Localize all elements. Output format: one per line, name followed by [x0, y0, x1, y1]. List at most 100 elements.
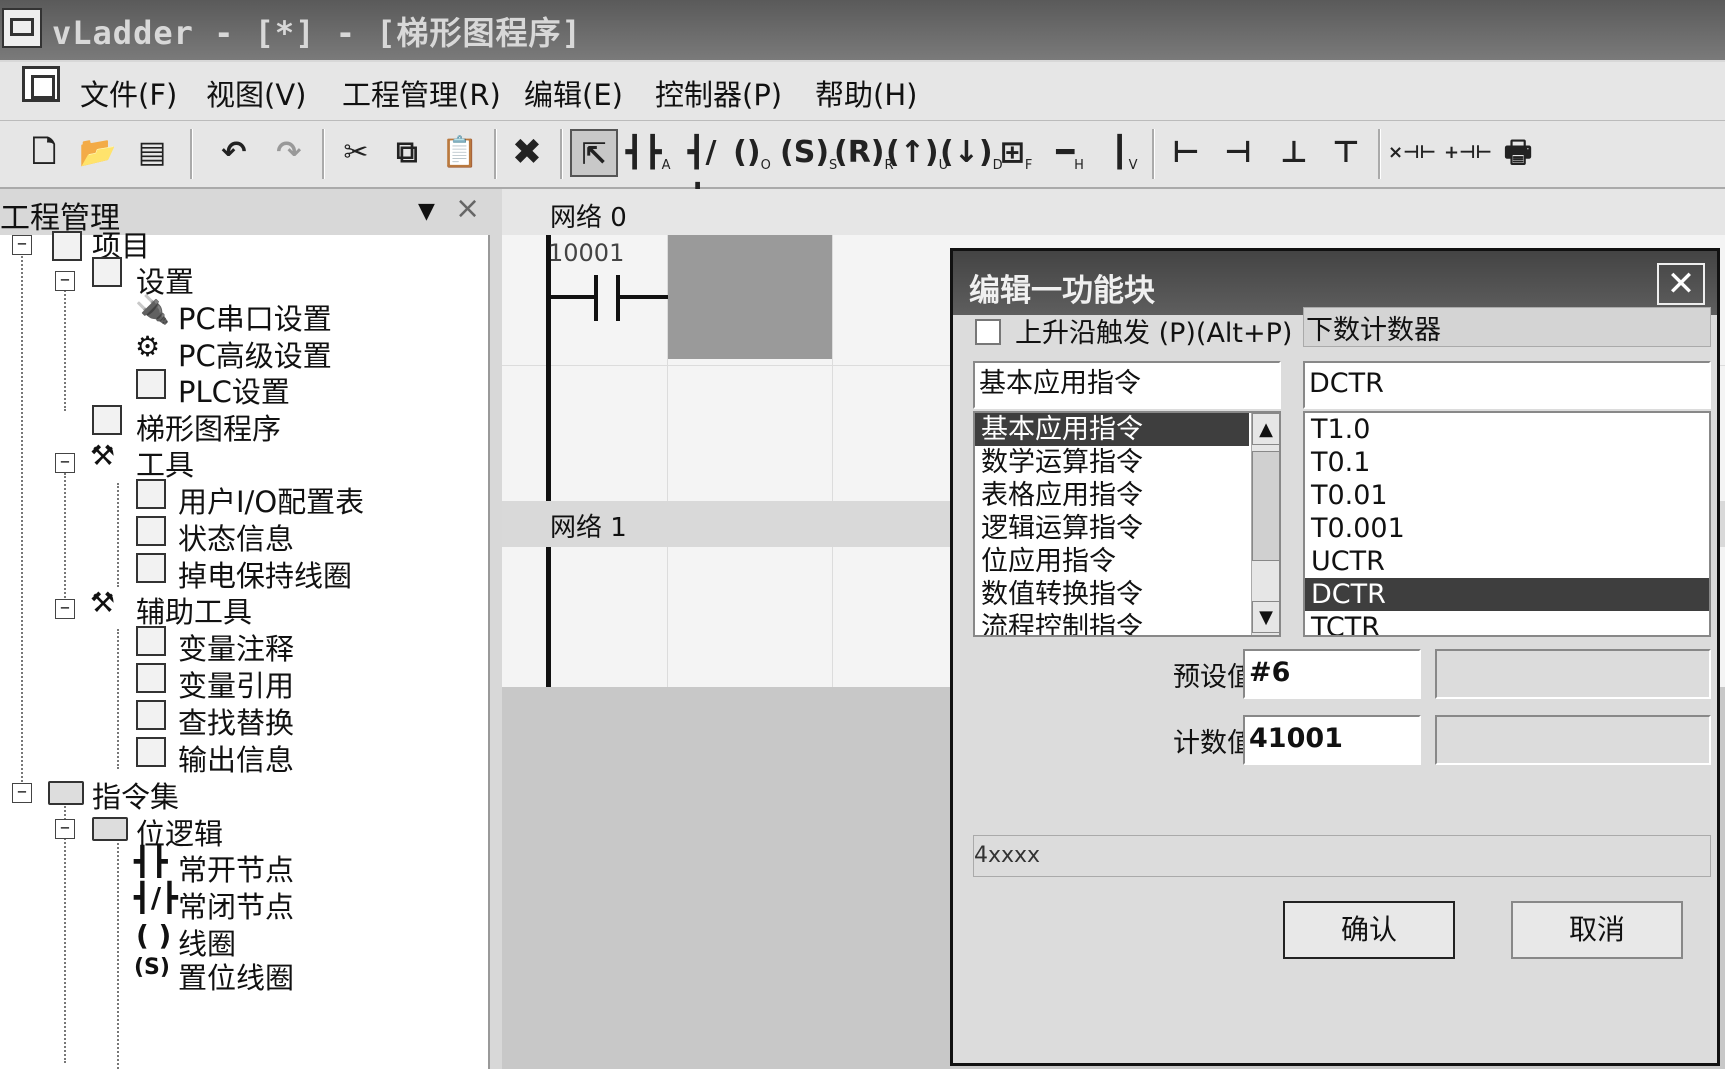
window-title: vLadder - [*] - [梯形图程序] [52, 14, 582, 52]
redo-icon[interactable]: ↷ [265, 129, 313, 177]
close-icon[interactable]: ✕ [1657, 263, 1705, 305]
horizontal-line-icon[interactable]: ━H [1046, 129, 1094, 177]
new-file-icon[interactable]: 🗋 [20, 129, 68, 177]
category-field[interactable]: 基本应用指令 [973, 361, 1281, 409]
category-list[interactable]: 基本应用指令 数学运算指令 表格应用指令 逻辑运算指令 位应用指令 数值转换指令… [973, 411, 1281, 637]
list-item[interactable]: UCTR [1305, 545, 1709, 578]
function-block-dialog: 编辑一功能块 ✕ 上升沿触发 (P)(Alt+P) 下数计数器 基本应用指令 D… [950, 248, 1720, 1066]
toolbar-separator [1152, 129, 1155, 179]
menu-file[interactable]: 文件(F) [80, 72, 177, 114]
rising-edge-checkbox[interactable] [975, 319, 1001, 345]
tree-item-var-comments[interactable]: 变量注释 [178, 626, 294, 668]
panel-dropdown-icon[interactable]: ▼ [418, 199, 435, 224]
list-item[interactable]: 数值转换指令 [975, 578, 1279, 611]
contact-nc-icon[interactable]: ┫/┣B [678, 129, 726, 221]
vertical-line-icon[interactable]: ┃V [1100, 129, 1148, 177]
list-item[interactable]: T0.01 [1305, 479, 1709, 512]
undo-icon[interactable]: ↶ [210, 129, 258, 177]
io-table-icon [136, 479, 166, 509]
expand-toggle[interactable]: − [12, 235, 32, 255]
contact-no-icon[interactable]: ┫┣A [624, 129, 672, 177]
project-icon [52, 231, 82, 261]
toolbar-separator [560, 129, 563, 179]
list-item[interactable]: 表格应用指令 [975, 479, 1279, 512]
delete-column-icon[interactable]: ⊤ [1322, 129, 1370, 177]
insert-row-icon[interactable]: ⊢ [1162, 129, 1210, 177]
expand-toggle[interactable]: − [55, 599, 75, 619]
tree-connector [117, 629, 119, 769]
count-input[interactable]: 41001 [1243, 715, 1421, 765]
advanced-settings-icon: ⚙ [135, 330, 161, 363]
list-item[interactable]: T0.001 [1305, 512, 1709, 545]
list-item[interactable]: 数学运算指令 [975, 446, 1279, 479]
scroll-down-icon[interactable]: ▼ [1252, 601, 1279, 633]
coil-icon[interactable]: ()O [728, 129, 776, 177]
expand-toggle[interactable]: − [55, 819, 75, 839]
list-item[interactable]: 逻辑运算指令 [975, 512, 1279, 545]
list-item[interactable]: 流程控制指令 [975, 611, 1279, 635]
function-block-icon[interactable]: ⊞F [992, 129, 1040, 177]
tree-item-var-refs[interactable]: 变量引用 [178, 663, 294, 705]
serial-port-icon: 🔌 [135, 293, 170, 326]
selected-cell[interactable] [668, 235, 832, 359]
menu-view[interactable]: 视图(V) [206, 72, 306, 114]
tree-item-set-coil[interactable]: 置位线圈 [178, 955, 294, 997]
tree-item-pc-serial[interactable]: PC串口设置 [178, 296, 332, 338]
tree-item-no-contact[interactable]: 常开节点 [178, 847, 294, 889]
tree-item-user-io[interactable]: 用户I/O配置表 [178, 479, 364, 521]
document-icon[interactable] [22, 66, 60, 102]
insert-column-icon[interactable]: ⊥ [1270, 129, 1318, 177]
delete-network-icon[interactable]: ×⊣⊢ [1388, 129, 1436, 177]
menu-project[interactable]: 工程管理(R) [342, 72, 501, 114]
list-item[interactable]: DCTR [1305, 578, 1709, 611]
expand-toggle[interactable]: − [55, 453, 75, 473]
save-all-icon[interactable]: ▤ [128, 129, 176, 177]
scroll-up-icon[interactable]: ▲ [1252, 413, 1279, 445]
scrollbar[interactable]: ▲ ▼ [1251, 413, 1279, 635]
insert-network-icon[interactable]: +⊣⊢ [1444, 129, 1492, 177]
expand-toggle[interactable]: − [55, 271, 75, 291]
list-item[interactable]: 位应用指令 [975, 545, 1279, 578]
rising-edge-label[interactable]: 上升沿触发 (P)(Alt+P) [1015, 311, 1292, 350]
reset-coil-icon[interactable]: (R)R [834, 129, 894, 177]
menu-help[interactable]: 帮助(H) [815, 72, 917, 114]
list-item[interactable]: TCTR [1305, 611, 1709, 635]
list-item[interactable]: T1.0 [1305, 413, 1709, 446]
tree-item-plc-settings[interactable]: PLC设置 [178, 369, 290, 411]
cancel-button[interactable]: 取消 [1511, 901, 1683, 959]
expand-toggle[interactable]: − [12, 783, 32, 803]
tree-item-aux-tools[interactable]: 辅助工具 [136, 589, 252, 631]
tree-item-instruction-set[interactable]: 指令集 [92, 774, 179, 816]
paste-icon[interactable]: 📋 [436, 129, 484, 177]
var-refs-icon [136, 663, 166, 693]
tree-item-nc-contact[interactable]: 常闭节点 [178, 884, 294, 926]
network-header[interactable]: 网络 0 [502, 189, 1725, 235]
menu-controller[interactable]: 控制器(P) [655, 72, 782, 114]
tree-item-tools[interactable]: 工具 [136, 442, 194, 484]
delete-icon[interactable]: ✖ [503, 129, 551, 177]
tree-item-output-info[interactable]: 输出信息 [178, 737, 294, 779]
tree-item-find-replace[interactable]: 查找替换 [178, 700, 294, 742]
pointer-icon[interactable]: ⇱ [570, 129, 618, 177]
list-item[interactable]: T0.1 [1305, 446, 1709, 479]
list-item[interactable]: 基本应用指令 [975, 413, 1249, 446]
ok-button[interactable]: 确认 [1283, 901, 1455, 959]
cut-icon[interactable]: ✂ [332, 129, 380, 177]
tree-item-status-info[interactable]: 状态信息 [178, 516, 294, 558]
scroll-thumb[interactable] [1252, 451, 1279, 561]
menu-edit[interactable]: 编辑(E) [524, 72, 623, 114]
panel-close-icon[interactable]: × [455, 191, 480, 226]
pulse-up-coil-icon[interactable]: (↑)U [886, 129, 948, 177]
instruction-field[interactable]: DCTR [1303, 361, 1711, 409]
app-icon[interactable] [2, 8, 42, 48]
dialog-title-bar: 编辑一功能块 ✕ [953, 251, 1717, 315]
contact-no-letter: A [661, 158, 671, 173]
instruction-list[interactable]: T1.0 T0.1 T0.01 T0.001 UCTR DCTR TCTR [1303, 411, 1711, 637]
print-icon[interactable]: 🖶 [1494, 129, 1542, 177]
copy-icon[interactable]: ⧉ [383, 129, 431, 177]
delete-row-icon[interactable]: ⊣ [1214, 129, 1262, 177]
open-folder-icon[interactable]: 📂 [74, 129, 122, 177]
pulse-down-coil-icon[interactable]: (↓)D [940, 129, 1003, 177]
preset-input[interactable]: #6 [1243, 649, 1421, 699]
set-coil-icon[interactable]: (S)S [780, 129, 837, 177]
